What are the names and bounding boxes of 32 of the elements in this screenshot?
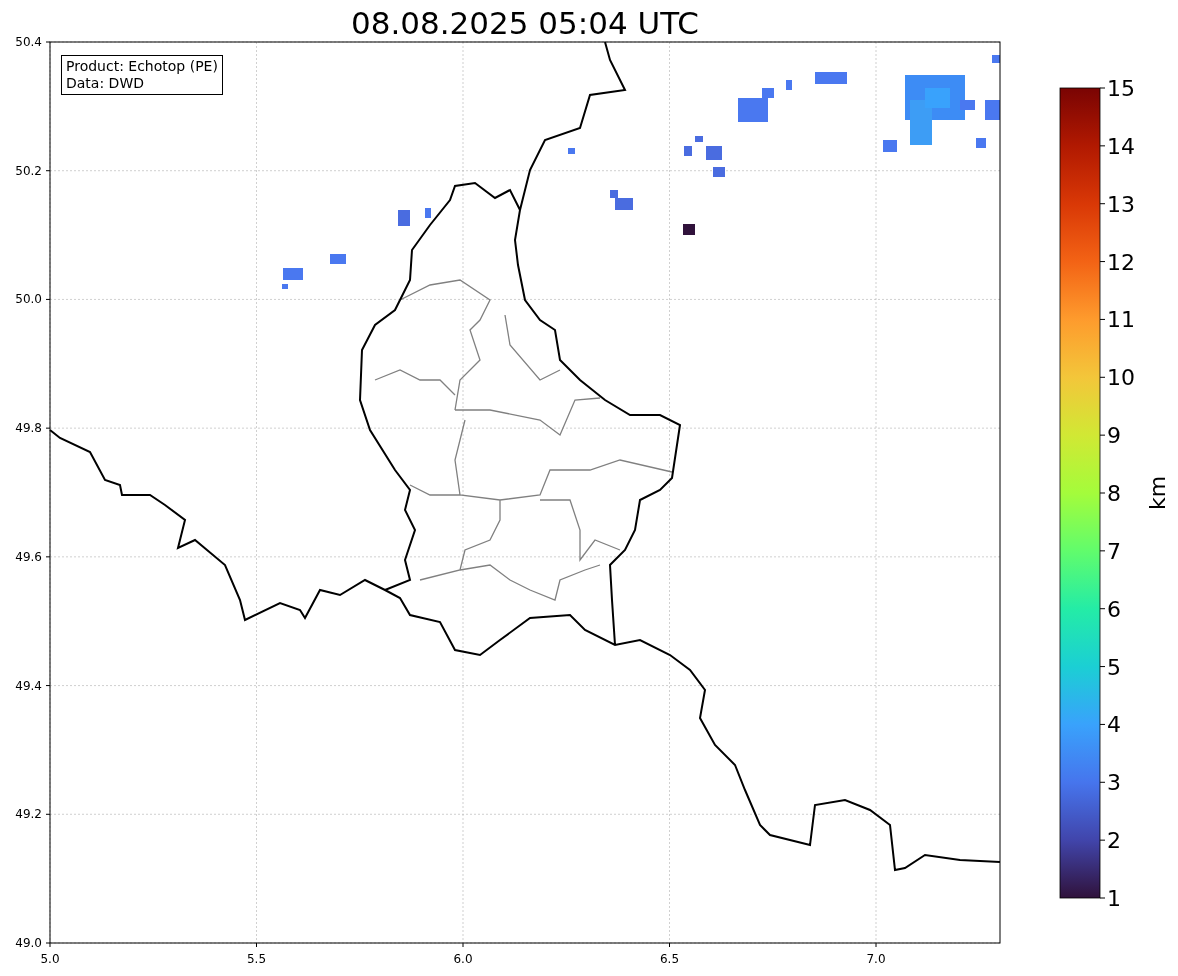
colorbar-tick-label: 12 [1107, 249, 1135, 275]
colorbar-tick-label: 1 [1107, 886, 1121, 911]
colorbar-label: km [1145, 475, 1170, 511]
colorbar-tick-label: 5 [1107, 654, 1121, 680]
colorbar-tick-label: 14 [1107, 133, 1135, 159]
tick-label: 49.8 [15, 421, 42, 436]
colorbar-tick-label: 6 [1107, 596, 1121, 622]
tick-label: 6.5 [659, 952, 680, 966]
colorbar-tick-label: 9 [1107, 423, 1121, 449]
tick-label: 49.4 [15, 678, 42, 693]
colorbar-tick-label: 15 [1107, 76, 1135, 101]
tick-label: 50.2 [15, 163, 42, 178]
plot-title: 08.08.2025 05:04 UTC [351, 5, 699, 41]
colorbar-tick-label: 3 [1107, 770, 1121, 796]
colorbar-tick-label: 13 [1107, 191, 1135, 217]
info-text: Product: Echotop (PE) [66, 58, 218, 75]
colorbar-tick-label: 4 [1107, 712, 1121, 738]
tick-label: 49.0 [15, 936, 42, 950]
tick-label: 7.0 [866, 952, 886, 966]
colorbar-tick-label: 2 [1107, 828, 1121, 854]
info-text: Data: DWD [66, 75, 145, 92]
colorbar-tick-label: 10 [1107, 365, 1135, 391]
tick-label: 5.0 [40, 952, 60, 966]
tick-label: 50.4 [15, 35, 42, 49]
tick-label: 5.5 [246, 952, 267, 966]
colorbar-tick-label: 7 [1107, 538, 1121, 564]
colorbar-tick-label: 11 [1107, 307, 1135, 333]
colorbar-tick-label: 8 [1107, 481, 1121, 506]
tick-label: 50.0 [15, 292, 42, 307]
tick-label: 49.2 [15, 807, 42, 822]
tick-label: 6.0 [453, 952, 473, 966]
tick-label: 49.6 [15, 549, 42, 564]
